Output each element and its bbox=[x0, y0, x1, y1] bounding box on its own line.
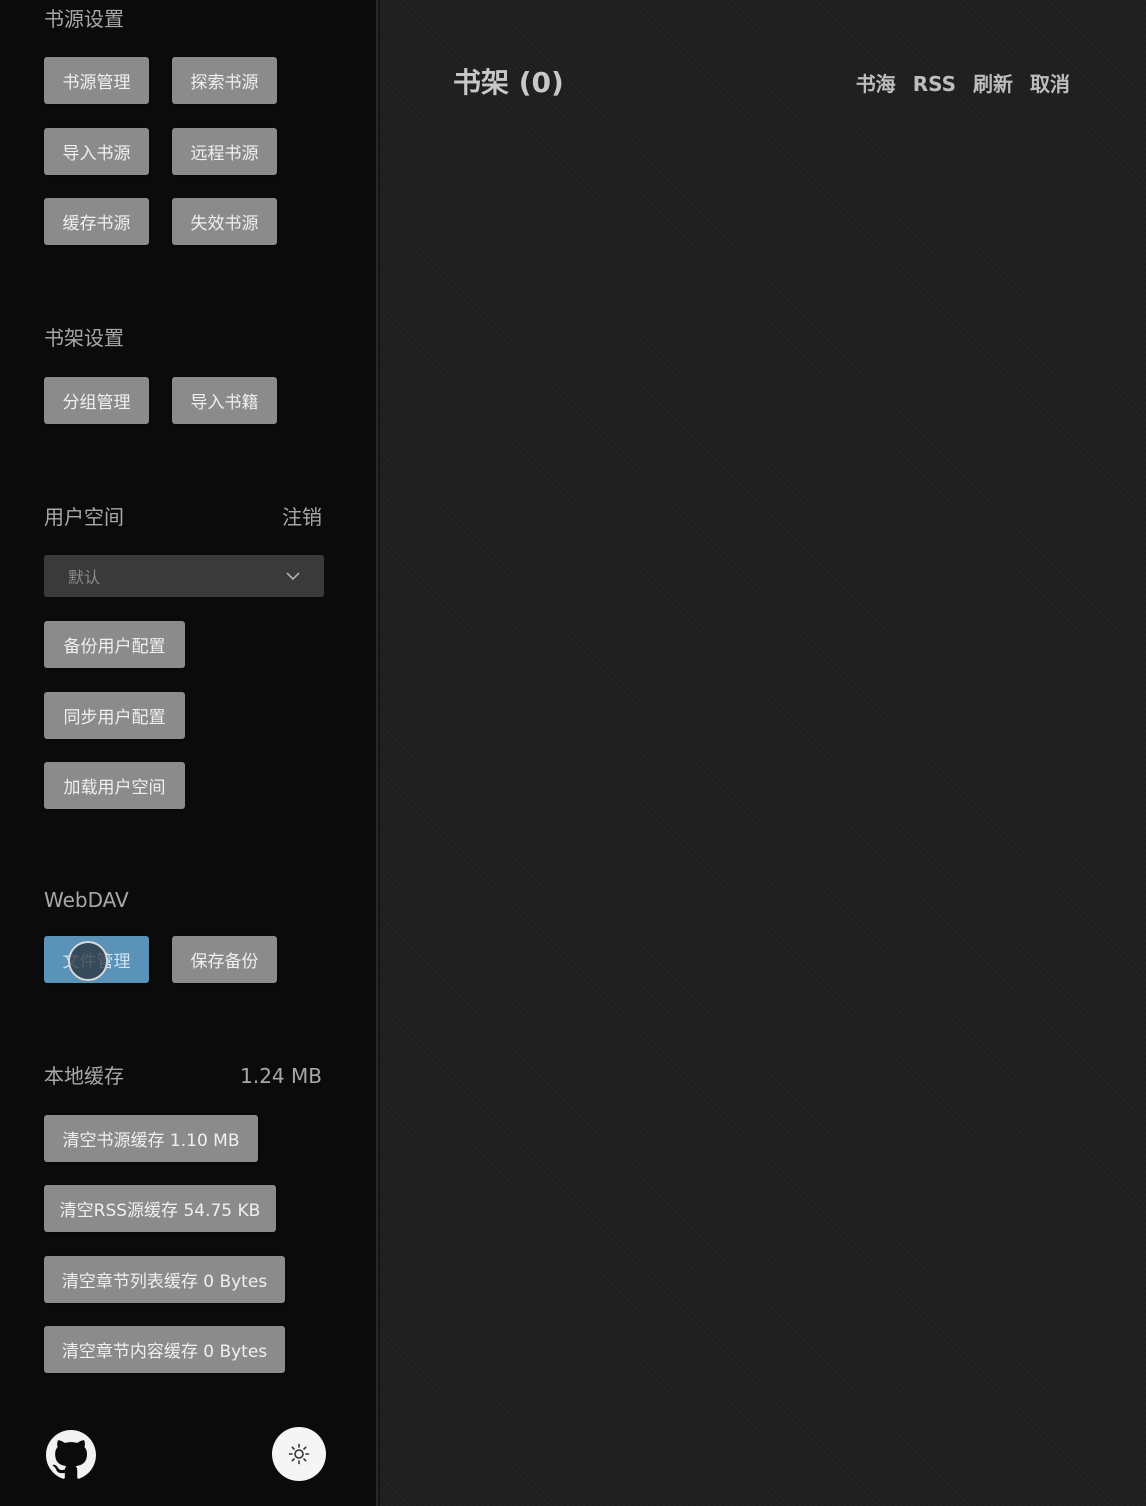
settings-sidebar: 书源设置 书源管理 探索书源 导入书源 远程书源 缓存书源 失效书源 书架设置 … bbox=[0, 0, 378, 1506]
clear-chapter-list-cache-button[interactable]: 清空章节列表缓存 0 Bytes bbox=[44, 1256, 285, 1303]
local-cache-title: 本地缓存 bbox=[44, 1064, 124, 1088]
cache-source-button[interactable]: 缓存书源 bbox=[44, 198, 149, 245]
backup-user-config-button[interactable]: 备份用户配置 bbox=[44, 621, 185, 668]
github-icon[interactable] bbox=[46, 1430, 96, 1480]
app-root: 书源设置 书源管理 探索书源 导入书源 远程书源 缓存书源 失效书源 书架设置 … bbox=[0, 0, 1146, 1506]
logout-link[interactable]: 注销 bbox=[282, 505, 322, 529]
bookshelf-main: 书架 (0) 书海 RSS 刷新 取消 bbox=[380, 0, 1146, 1506]
chevron-down-icon bbox=[286, 572, 300, 581]
top-nav: 书海 RSS 刷新 取消 bbox=[856, 70, 1070, 98]
sun-icon bbox=[288, 1443, 310, 1465]
webdav-title: WebDAV bbox=[44, 888, 129, 912]
click-cursor-indicator bbox=[68, 941, 108, 981]
import-source-button[interactable]: 导入书源 bbox=[44, 128, 149, 175]
save-backup-button[interactable]: 保存备份 bbox=[172, 936, 277, 983]
local-cache-size: 1.24 MB bbox=[240, 1064, 322, 1088]
clear-chapter-content-cache-button[interactable]: 清空章节内容缓存 0 Bytes bbox=[44, 1326, 285, 1373]
user-space-title: 用户空间 bbox=[44, 505, 124, 529]
bookshelf-title: 书架 (0) bbox=[453, 66, 564, 99]
source-manage-button[interactable]: 书源管理 bbox=[44, 57, 149, 104]
nav-cancel[interactable]: 取消 bbox=[1030, 70, 1070, 98]
remote-source-button[interactable]: 远程书源 bbox=[172, 128, 277, 175]
shelf-settings-title: 书架设置 bbox=[44, 326, 124, 350]
nav-refresh[interactable]: 刷新 bbox=[973, 70, 1013, 98]
load-user-space-button[interactable]: 加载用户空间 bbox=[44, 762, 185, 809]
group-manage-button[interactable]: 分组管理 bbox=[44, 377, 149, 424]
clear-rss-cache-button[interactable]: 清空RSS源缓存 54.75 KB bbox=[44, 1185, 276, 1232]
import-books-button[interactable]: 导入书籍 bbox=[172, 377, 277, 424]
sync-user-config-button[interactable]: 同步用户配置 bbox=[44, 692, 185, 739]
explore-source-button[interactable]: 探索书源 bbox=[172, 57, 277, 104]
user-space-select[interactable]: 默认 bbox=[44, 555, 324, 597]
clear-source-cache-button[interactable]: 清空书源缓存 1.10 MB bbox=[44, 1115, 258, 1162]
source-settings-title: 书源设置 bbox=[44, 7, 124, 31]
nav-rss[interactable]: RSS bbox=[913, 70, 956, 98]
theme-toggle-button[interactable] bbox=[272, 1427, 326, 1481]
invalid-source-button[interactable]: 失效书源 bbox=[172, 198, 277, 245]
nav-book-sea[interactable]: 书海 bbox=[856, 70, 896, 98]
user-space-select-value: 默认 bbox=[68, 568, 101, 587]
